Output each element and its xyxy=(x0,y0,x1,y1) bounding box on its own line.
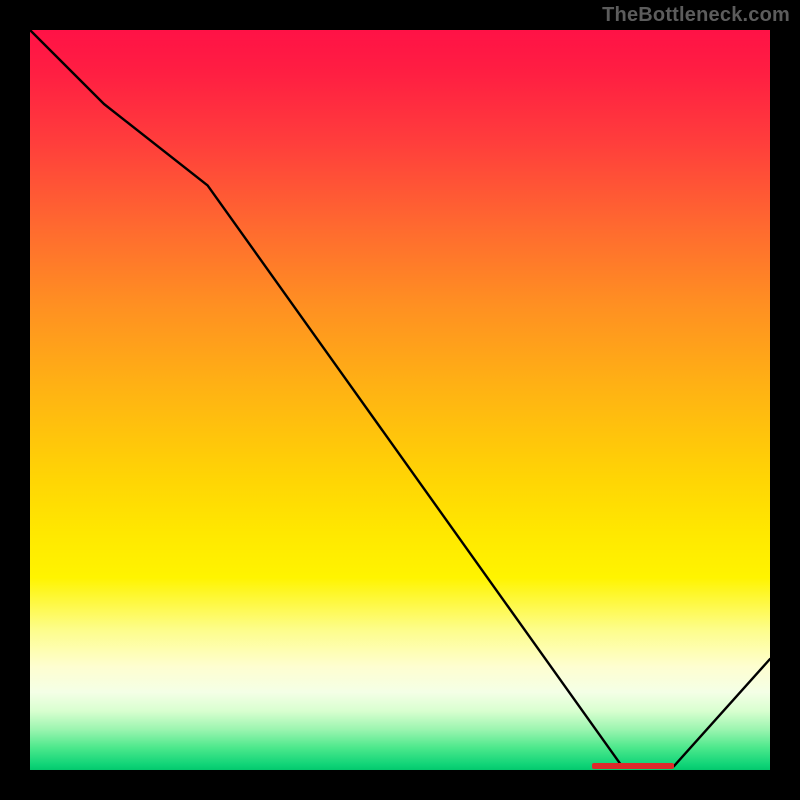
optimal-range-marker xyxy=(592,763,673,769)
plot-area xyxy=(30,30,770,770)
watermark-text: TheBottleneck.com xyxy=(602,4,790,27)
bottleneck-curve xyxy=(30,30,770,766)
chart-frame: TheBottleneck.com xyxy=(0,0,800,800)
curve-svg xyxy=(30,30,770,770)
